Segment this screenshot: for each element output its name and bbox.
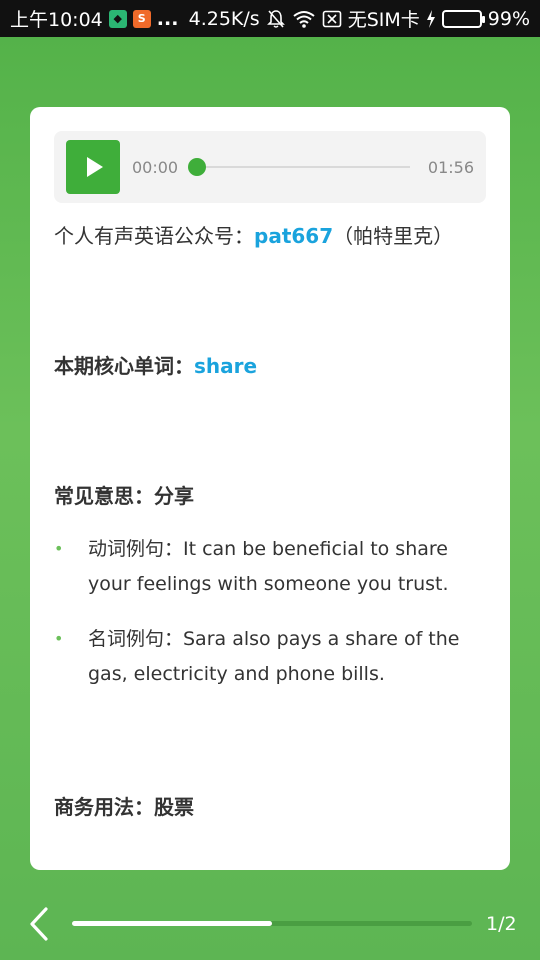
back-button[interactable] [26,906,56,942]
more-notifications-icon: ... [156,7,179,30]
core-word-line: 本期核心单词：share [54,350,257,379]
account-suffix: （帕特里克） [333,224,454,248]
battery-percent: 99% [487,7,530,30]
business-usage: 商务用法：股票 [54,795,194,819]
mute-bell-icon [266,9,285,28]
account-line: 个人有声英语公众号：pat667（帕特里克） [54,220,453,249]
chevron-left-icon [30,907,48,941]
total-time: 01:56 [427,158,474,177]
s-notification-icon: S [132,9,151,28]
example-verb: 动词例句：It can be beneficial to share your … [88,538,449,595]
bullet-icon: • [54,539,64,558]
status-left: 上午10:04 ◆ S ... [10,5,178,32]
account-prefix: 个人有声英语公众号： [54,224,254,248]
common-meaning: 常见意思：分享 [54,484,194,508]
account-id-link[interactable]: pat667 [254,224,333,248]
bullet-icon: • [54,629,64,648]
example-noun: 名词例句：Sara also pays a share of the gas, … [88,628,460,685]
content-card: 00:00 01:56 个人有声英语公众号：pat667（帕特里克） 本期核心单… [30,107,510,870]
wifi-icon [293,10,315,28]
audio-player: 00:00 01:56 [54,131,486,203]
network-speed: 4.25K/s [188,7,260,30]
play-button[interactable] [66,140,120,194]
page-progress-fill [72,921,272,926]
status-right: 4.25K/s 无SIM卡 99% [189,5,530,32]
seek-track[interactable] [196,166,410,168]
sim-status: 无SIM卡 [347,9,420,31]
page-progress-track [72,921,472,926]
no-sim-icon [322,10,342,27]
core-word-label: 本期核心单词： [54,354,194,378]
battery-icon [441,9,485,28]
status-bar: 上午10:04 ◆ S ... 4.25K/s 无SIM卡 99% [0,0,540,37]
play-icon [87,157,103,177]
seek-knob[interactable] [188,158,206,176]
core-word-link[interactable]: share [194,354,257,378]
page-indicator: 1/2 [486,913,517,935]
charging-icon [426,9,435,28]
current-time: 00:00 [132,158,179,177]
status-time: 上午10:04 [10,9,103,31]
app-notification-icon: ◆ [108,9,127,28]
